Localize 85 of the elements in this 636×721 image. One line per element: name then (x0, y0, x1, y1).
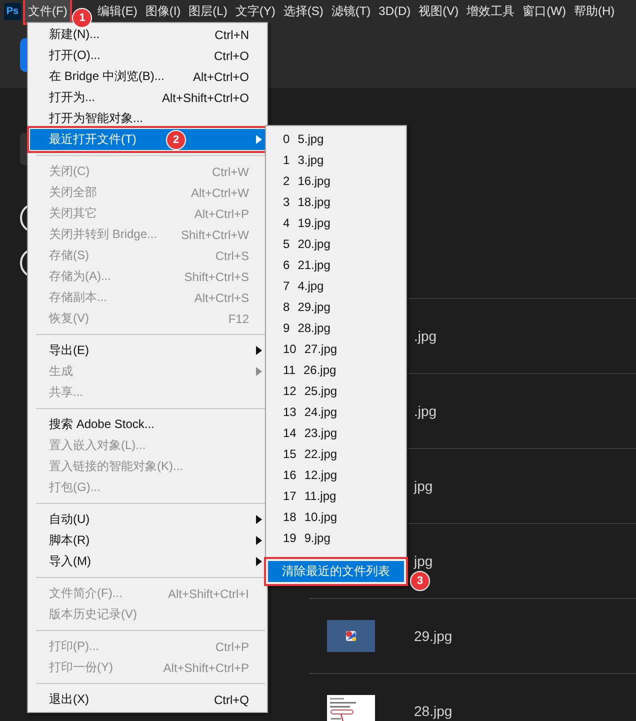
file-name: 16.jpg (298, 174, 330, 188)
shortcut-text: Shift+Ctrl+W (180, 228, 249, 242)
shortcut-text: Alt+Ctrl+S (194, 290, 249, 304)
menu-bar-item[interactable]: 滤镜(T) (328, 0, 374, 22)
shortcut-text: Alt+Ctrl+W (190, 186, 249, 200)
index-number: 1 (283, 152, 290, 166)
menu-bar-item[interactable]: 图层(L) (186, 0, 230, 22)
menu-bar-item[interactable]: 图像(I) (142, 0, 184, 22)
file-name: .jpg (414, 328, 437, 344)
menu-bar-item[interactable]: 编辑(E) (94, 0, 140, 22)
index-number: 7 (283, 278, 290, 292)
menu-item[interactable]: 打开(O)... Ctrl+O (30, 45, 265, 66)
menu-item[interactable]: 搜索 Adobe Stock... (30, 414, 265, 435)
shortcut-text: Ctrl+Q (214, 692, 249, 706)
file-name: 5.jpg (298, 132, 324, 146)
shortcut-text: Ctrl+O (214, 48, 249, 62)
shortcut-text: Alt+Shift+Ctrl+O (162, 90, 249, 104)
shortcut-text: Alt+Ctrl+P (194, 206, 249, 220)
menu-bar-item[interactable]: 视图(V) (416, 0, 462, 22)
menu-bar-item[interactable]: 窗口(W) (520, 0, 569, 22)
index-number: 10 (283, 342, 296, 356)
shortcut-text: Ctrl+P (215, 640, 249, 654)
index-number: 13 (283, 404, 296, 418)
file-name: 20.jpg (298, 236, 330, 250)
shortcut-text: Ctrl+N (214, 28, 249, 42)
file-name: .jpg (414, 403, 437, 419)
file-name: 3.jpg (298, 152, 324, 166)
recent-file-item[interactable]: 1 3.jpg (266, 149, 406, 170)
index-number: 15 (283, 446, 296, 460)
recent-file-row[interactable]: 29.jpg (309, 598, 636, 673)
recent-file-item[interactable]: 2 16.jpg (266, 170, 406, 191)
shortcut-text: Alt+Ctrl+O (192, 70, 249, 84)
menu-item[interactable]: 打开为智能对象... (30, 108, 265, 129)
menu-item[interactable]: 退出(X) Ctrl+Q (30, 689, 265, 710)
menu-item[interactable]: 自动(U) (30, 509, 265, 530)
recent-file-item[interactable]: 0 5.jpg (266, 128, 406, 149)
file-name: 19.jpg (298, 216, 330, 230)
recent-file-row[interactable]: 28.jpg (309, 673, 636, 721)
menu-item[interactable]: 打开为... Alt+Shift+Ctrl+O (30, 87, 265, 108)
menu-bar-item[interactable]: 选择(S) (280, 0, 326, 22)
index-number: 9 (283, 320, 290, 334)
menu-bar-item[interactable]: 3D(D) (376, 1, 414, 21)
menu-item[interactable]: 在 Bridge 中浏览(B)... Alt+Ctrl+O (30, 66, 265, 87)
file-name: 18.jpg (298, 194, 330, 208)
index-number: 11 (283, 362, 296, 376)
menu-bar-item[interactable]: 帮助(H) (570, 0, 618, 22)
index-number: 6 (283, 258, 290, 272)
file-name: 4.jpg (298, 278, 324, 292)
menu-bar-item[interactable]: 文字(Y) (232, 0, 278, 22)
shortcut-text: Alt+Shift+Ctrl+I (168, 586, 249, 600)
menu-item[interactable]: 导出(E) (30, 340, 265, 361)
menu-item[interactable]: 脚本(R) (30, 530, 265, 551)
index-number: 0 (283, 132, 290, 146)
shortcut-text: F12 (228, 312, 249, 326)
file-name: 21.jpg (298, 258, 330, 272)
index-number: 8 (283, 300, 290, 314)
index-number: 14 (283, 426, 296, 440)
index-number: 3 (283, 194, 290, 208)
index-number: 18 (283, 510, 296, 524)
menu-bar-item[interactable]: 增效工具 (464, 0, 518, 22)
file-name: 28.jpg (414, 703, 452, 719)
menu-item[interactable]: 导入(M) (30, 551, 265, 572)
index-number: 16 (283, 468, 296, 482)
app-logo: Ps (4, 2, 21, 20)
index-number: 4 (283, 216, 290, 230)
index-number: 2 (283, 174, 290, 188)
step-badge: 3 (410, 571, 430, 591)
index-number: 17 (283, 488, 296, 502)
menu-item[interactable]: 最近打开文件(T) 2 (30, 129, 265, 150)
recent-file-item[interactable]: 6 21.jpg (266, 254, 406, 275)
index-number: 19 (283, 530, 296, 544)
shortcut-text: Ctrl+W (212, 164, 249, 178)
shortcut-text: Alt+Shift+Ctrl+P (163, 660, 249, 674)
recent-file-item[interactable]: 7 4.jpg (266, 275, 406, 296)
recent-file-item[interactable]: 4 19.jpg (266, 212, 406, 233)
step-badge: 1 (72, 8, 92, 28)
index-number: 5 (283, 236, 290, 250)
file-name: jpg (414, 478, 433, 494)
shortcut-text: Shift+Ctrl+S (184, 270, 249, 284)
shortcut-text: Ctrl+S (215, 248, 249, 262)
recent-file-item[interactable]: 5 20.jpg (266, 233, 406, 254)
index-number: 12 (283, 384, 296, 398)
step-badge: 2 (166, 130, 186, 150)
recent-file-item[interactable]: 3 18.jpg (266, 191, 406, 212)
file-name: 29.jpg (414, 628, 452, 644)
